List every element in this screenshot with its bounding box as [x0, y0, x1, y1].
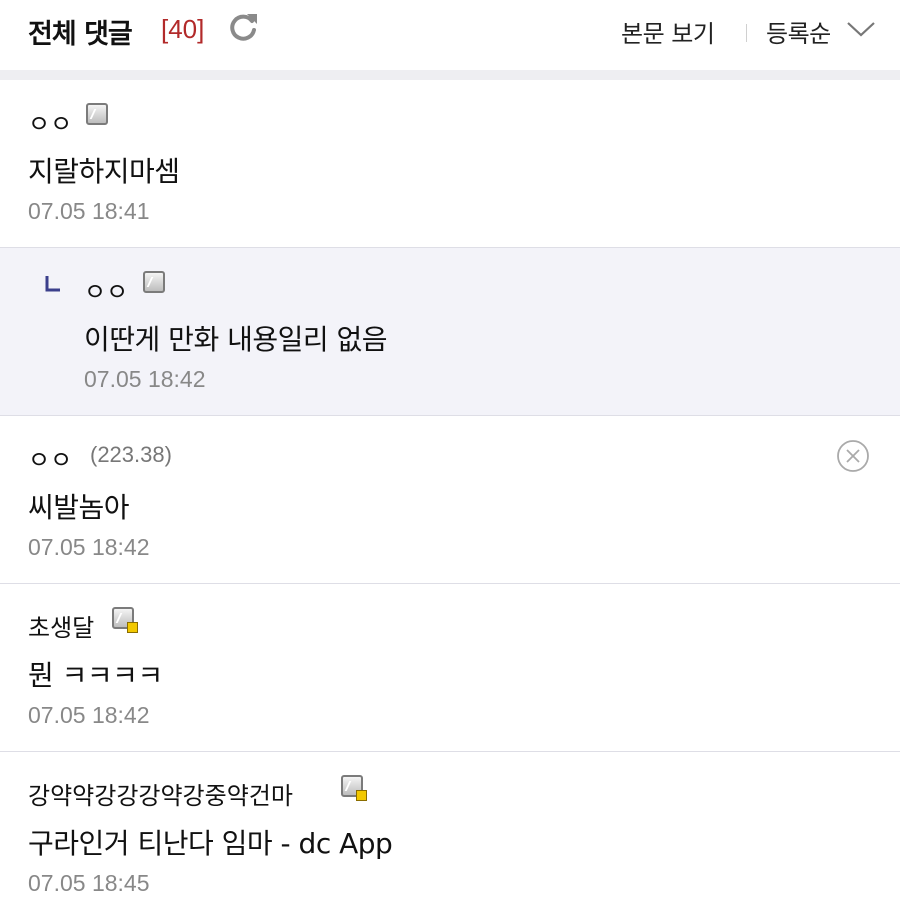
comment-item: 초생달 뭔 ㅋㅋㅋㅋ 07.05 18:42	[0, 584, 900, 752]
refresh-icon[interactable]	[226, 11, 260, 45]
comment-header: 전체 댓글 [40] 본문 보기 등록순	[0, 0, 900, 70]
close-circle-icon[interactable]	[836, 439, 870, 473]
gallog-icon[interactable]	[143, 271, 165, 293]
comment-date: 07.05 18:42	[28, 702, 150, 728]
comment-item: 강약약강강강약강중약건마 구라인거 티난다 임마 - dc App 07.05 …	[0, 752, 900, 906]
reply-item: ㅇㅇ 이딴게 만화 내용일리 없음 07.05 18:42	[0, 248, 900, 416]
comment-text: 뭔 ㅋㅋㅋㅋ	[28, 659, 163, 692]
comment-text: 씨발놈아	[28, 491, 130, 524]
view-body-button[interactable]: 본문 보기	[621, 14, 715, 49]
comment-nickname[interactable]: 강약약강강강약강중약건마	[28, 776, 293, 811]
comment-date: 07.05 18:41	[28, 198, 150, 224]
gallog-fixed-icon[interactable]	[341, 775, 367, 801]
header-divider	[0, 70, 900, 80]
comment-ip: (223.38)	[90, 442, 172, 467]
reply-arrow-icon	[45, 276, 60, 292]
comment-nickname[interactable]: ㅇㅇ	[84, 272, 128, 307]
comment-date: 07.05 18:42	[84, 366, 206, 392]
sort-dropdown[interactable]: 등록순	[766, 14, 831, 49]
chevron-down-icon[interactable]	[846, 20, 876, 38]
comment-text: 지랄하지마셈	[28, 155, 180, 188]
comment-nickname[interactable]: 초생달	[28, 608, 94, 643]
comment-item: ㅇㅇ (223.38) 씨발놈아 07.05 18:42	[0, 416, 900, 584]
comment-count: [40]	[161, 14, 205, 44]
comment-text: 구라인거 티난다 임마 - dc App	[28, 827, 393, 860]
header-separator	[746, 24, 747, 42]
comment-nickname[interactable]: ㅇㅇ	[28, 440, 72, 475]
comment-date: 07.05 18:42	[28, 534, 150, 560]
comment-item: ㅇㅇ 지랄하지마셈 07.05 18:41	[0, 80, 900, 248]
gallog-fixed-icon[interactable]	[112, 607, 138, 633]
comments-title: 전체 댓글	[28, 19, 133, 50]
comment-text: 이딴게 만화 내용일리 없음	[84, 323, 388, 356]
comment-nickname[interactable]: ㅇㅇ	[28, 104, 72, 139]
gallog-icon[interactable]	[86, 103, 108, 125]
comment-date: 07.05 18:45	[28, 870, 150, 896]
